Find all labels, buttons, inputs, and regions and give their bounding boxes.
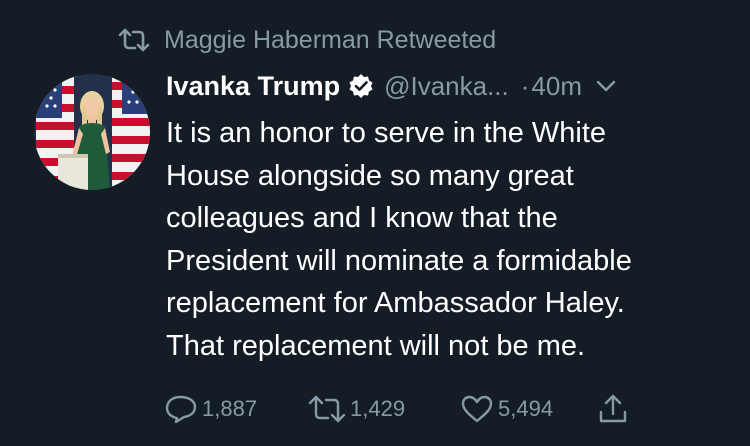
like-button[interactable]: 5,494 <box>460 388 553 430</box>
retweet-context-text[interactable]: Maggie Haberman Retweeted <box>164 26 496 55</box>
tweet-text: It is an honor to serve in the White Hou… <box>166 112 736 367</box>
retweet-context: Maggie Haberman Retweeted <box>118 22 496 58</box>
retweet-button[interactable]: 1,429 <box>308 388 405 430</box>
verified-badge-icon <box>349 74 373 98</box>
reply-button[interactable]: 1,887 <box>164 388 257 430</box>
separator-dot: · <box>520 70 530 101</box>
reply-count: 1,887 <box>202 396 258 421</box>
tweet-text-line: House alongside so many great <box>166 159 574 192</box>
tweet-header: Ivanka Trump @Ivanka... · 40m <box>166 64 726 108</box>
retweet-icon <box>118 28 150 52</box>
reply-icon <box>165 395 197 424</box>
tweet-text-line: colleagues and I know that the <box>166 202 558 234</box>
profile-photo <box>34 74 150 190</box>
chevron-down-icon[interactable] <box>596 79 616 93</box>
share-icon <box>599 394 627 423</box>
like-count: 5,494 <box>498 396 554 421</box>
retweet-count: 1,429 <box>350 396 406 421</box>
heart-icon <box>461 395 493 423</box>
display-name[interactable]: Ivanka Trump <box>166 71 340 102</box>
handle[interactable]: @Ivanka... <box>384 71 509 102</box>
avatar[interactable] <box>34 74 150 190</box>
share-button[interactable] <box>598 388 628 430</box>
tweet-text-line: It is an honor to serve in the White <box>166 117 607 149</box>
tweet-actions: 1,887 1,429 5,494 <box>164 388 664 430</box>
tweet-text-line: replacement for Ambassador Haley. <box>166 287 625 319</box>
retweet-icon <box>308 395 346 423</box>
tweet[interactable]: Maggie Haberman Retweeted Ivanka Trump @… <box>0 0 750 446</box>
tweet-text-line: President will nominate a formidable <box>166 244 632 277</box>
timestamp[interactable]: 40m <box>531 71 582 102</box>
tweet-text-line: That replacement will not be me. <box>166 329 586 362</box>
